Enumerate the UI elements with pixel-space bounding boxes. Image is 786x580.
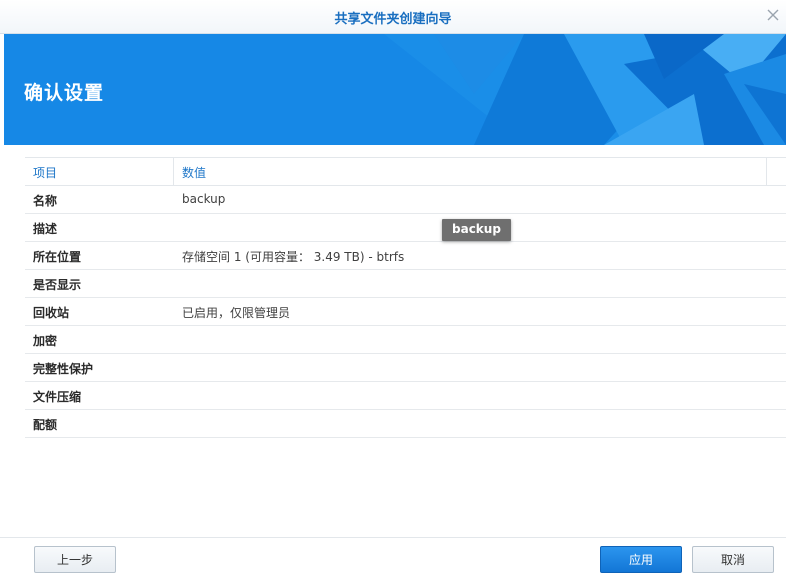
back-button[interactable]: 上一步 <box>34 546 116 573</box>
table-row: 描述 <box>25 214 786 242</box>
row-key: 名称 <box>33 194 58 208</box>
row-key: 回收站 <box>33 306 70 320</box>
row-value: 存储空间 1 (可用容量： 3.49 TB) - btrfs <box>182 250 405 264</box>
settings-table: 项目 数值 名称 backup 描述 所在位置 存储空间 1 (可用容量： 3.… <box>25 157 786 438</box>
row-value: 已启用，仅限管理员 <box>182 306 291 320</box>
table-row: 回收站 已启用，仅限管理员 <box>25 298 786 326</box>
row-key: 完整性保护 <box>33 362 94 376</box>
title-bar: 共享文件夹创建向导 <box>0 0 786 34</box>
column-header-value[interactable]: 数值 <box>182 164 206 181</box>
table-row: 配额 <box>25 410 786 438</box>
table-row: 名称 backup <box>25 186 786 214</box>
close-button[interactable] <box>762 4 784 26</box>
table-row: 完整性保护 <box>25 354 786 382</box>
table-header: 项目 数值 <box>25 158 786 186</box>
row-key: 加密 <box>33 334 58 348</box>
value-tooltip: backup <box>442 219 511 241</box>
wizard-footer: 上一步 应用 取消 <box>0 537 786 580</box>
row-key: 配额 <box>33 418 58 432</box>
row-value: backup <box>182 192 226 206</box>
row-key: 所在位置 <box>33 250 82 264</box>
column-header-item[interactable]: 项目 <box>33 164 57 181</box>
banner-background <box>4 34 786 145</box>
header-banner: 确认设置 <box>4 34 786 145</box>
row-key: 文件压缩 <box>33 390 82 404</box>
wizard-window: 共享文件夹创建向导 确认设置 项目 数值 名称 backup 描述 所在位置 存… <box>0 0 786 580</box>
table-row: 文件压缩 <box>25 382 786 410</box>
page-heading: 确认设置 <box>24 82 105 104</box>
window-title: 共享文件夹创建向导 <box>334 12 452 27</box>
table-row: 是否显示 <box>25 270 786 298</box>
apply-button[interactable]: 应用 <box>600 546 682 573</box>
close-icon <box>767 9 779 21</box>
column-divider[interactable] <box>766 158 767 185</box>
cancel-button[interactable]: 取消 <box>692 546 774 573</box>
row-key: 描述 <box>33 222 58 236</box>
table-row: 所在位置 存储空间 1 (可用容量： 3.49 TB) - btrfs <box>25 242 786 270</box>
column-divider[interactable] <box>173 158 174 185</box>
table-row: 加密 <box>25 326 786 354</box>
row-key: 是否显示 <box>33 278 82 292</box>
